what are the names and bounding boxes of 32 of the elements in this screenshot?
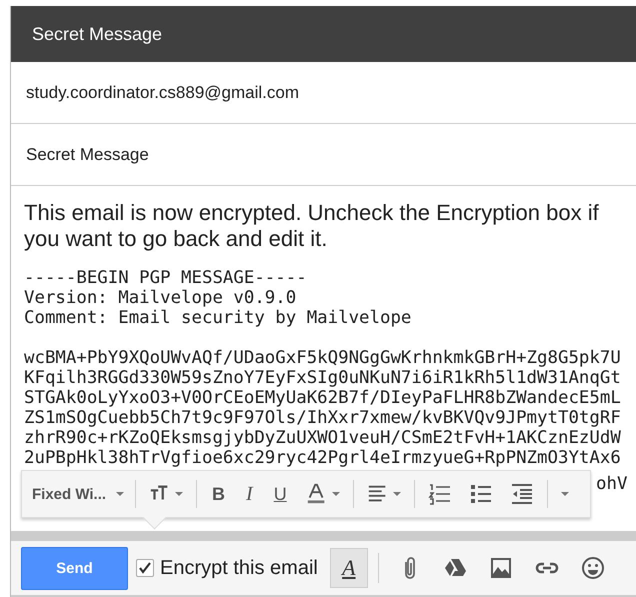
- indent-icon: [510, 484, 533, 504]
- encryption-notice: This email is now encrypted. Uncheck the Encryption box if you want to go back and edit it.: [24, 200, 600, 252]
- caret-icon: [175, 492, 184, 496]
- caret-icon: [392, 492, 401, 496]
- format-button[interactable]: U: [268, 482, 293, 506]
- caret-icon: [560, 492, 569, 496]
- formatting-toggle[interactable]: A: [330, 548, 368, 588]
- bulleted-list-icon: [470, 485, 492, 503]
- caret-icon: [116, 492, 124, 496]
- encrypt-checkbox[interactable]: [136, 559, 154, 577]
- format-button[interactable]: B: [206, 482, 232, 506]
- ciphertext-fragment: ohV: [596, 474, 628, 494]
- text-color-icon: [308, 484, 324, 504]
- align-icon: [368, 486, 386, 502]
- encrypt-label[interactable]: Encrypt this email: [160, 556, 318, 580]
- ciphertext-line: zhrR90c+rKZoQEksmsgjybDyZuUXWO1veuH/CSmE2tFvH+1AKCznEzUdW: [24, 428, 621, 448]
- ciphertext-line: STGAk0oLyYxoO3+V0OrCEoEMyUaK62B7f/DIeyPaFLHR8bZWandecE5mL: [24, 388, 621, 408]
- caret-icon: [332, 492, 340, 496]
- ciphertext-line: 2uPBpHkl38hTrVgfioe6xc29ryc42Pgrl4eIrmzyueG+RpPNZmO3YtAx6: [24, 448, 621, 468]
- numbered-list-icon: [428, 484, 451, 505]
- font-dropdown[interactable]: Fixed Wi...: [30, 482, 126, 506]
- ciphertext-line: ZS1mSOgCuebb5Ch7t9c9F97Ols/IhXxr7xmew/kvBKVQv9JPmytT0tgRF: [24, 408, 621, 428]
- format-button[interactable]: I: [240, 480, 259, 508]
- subject-field[interactable]: Secret Message: [11, 124, 636, 186]
- pgp-header-line: Comment: Email security by Mailvelope: [24, 308, 412, 328]
- ciphertext-line: KFqilh3RGGd330W59sZnoY7EyFxSIg0uNKuN7i6iR1kRh5l1dW31AnqGt: [24, 368, 621, 388]
- pgp-header-line: -----BEGIN PGP MESSAGE-----: [24, 268, 307, 288]
- pgp-header-line: Version: Mailvelope v0.9.0: [24, 288, 296, 308]
- window-title: Secret Message: [11, 6, 636, 62]
- recipient-field[interactable]: study.coordinator.cs889@gmail.com: [11, 62, 636, 124]
- text-size-icon: [150, 486, 169, 501]
- ciphertext-line: wcBMA+PbY9XQoUWvAQf/UDaoGxF5kQ9NGgGwKrhnkmkGBrH+Zg8G5pk7U: [24, 348, 621, 368]
